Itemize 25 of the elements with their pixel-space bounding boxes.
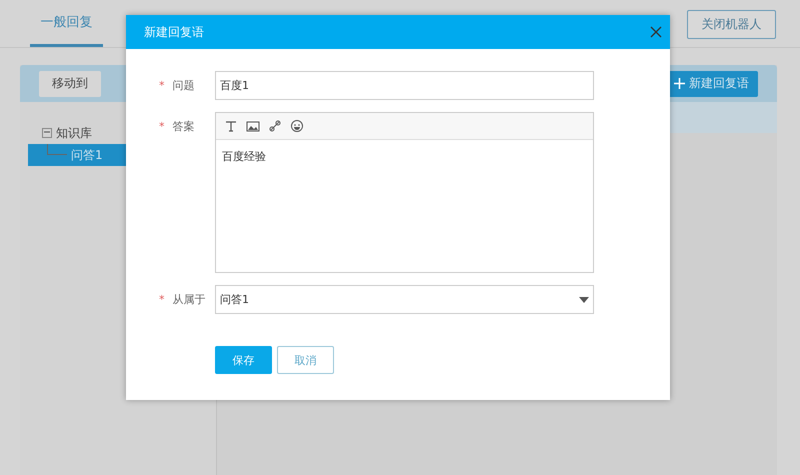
collapse-icon[interactable] — [42, 128, 52, 138]
required-mark: * — [159, 78, 164, 94]
field-label: 答案 — [172, 119, 194, 135]
dropdown-caret-icon — [579, 296, 589, 302]
tab[interactable]: 一般回复 — [30, 0, 103, 47]
close-icon[interactable] — [650, 26, 662, 38]
field-label: 问题 — [172, 78, 194, 94]
cancel-button[interactable]: 取消 — [277, 346, 334, 374]
close-robot-button[interactable]: 关闭机器人 — [687, 10, 776, 39]
image-icon[interactable] — [246, 119, 260, 133]
answer-editor[interactable]: 百度经验 — [215, 112, 594, 273]
required-mark: * — [159, 292, 164, 308]
field-label: 从属于 — [172, 292, 206, 308]
required-mark: * — [159, 119, 164, 135]
parent-select[interactable]: 问答1 — [215, 285, 594, 314]
tree-label: 知识库 — [56, 124, 92, 142]
question-field[interactable]: 百度1 — [215, 71, 594, 100]
link-icon[interactable] — [268, 119, 282, 133]
dialog-title: 新建回复语 — [144, 24, 204, 40]
save-button[interactable]: 保存 — [215, 346, 272, 374]
answer-text: 百度经验 — [221, 149, 267, 165]
text-icon[interactable] — [224, 119, 238, 133]
plus-icon — [674, 78, 685, 89]
move-to-button[interactable]: 移动到 — [39, 70, 101, 96]
emoji-icon[interactable] — [290, 119, 304, 133]
